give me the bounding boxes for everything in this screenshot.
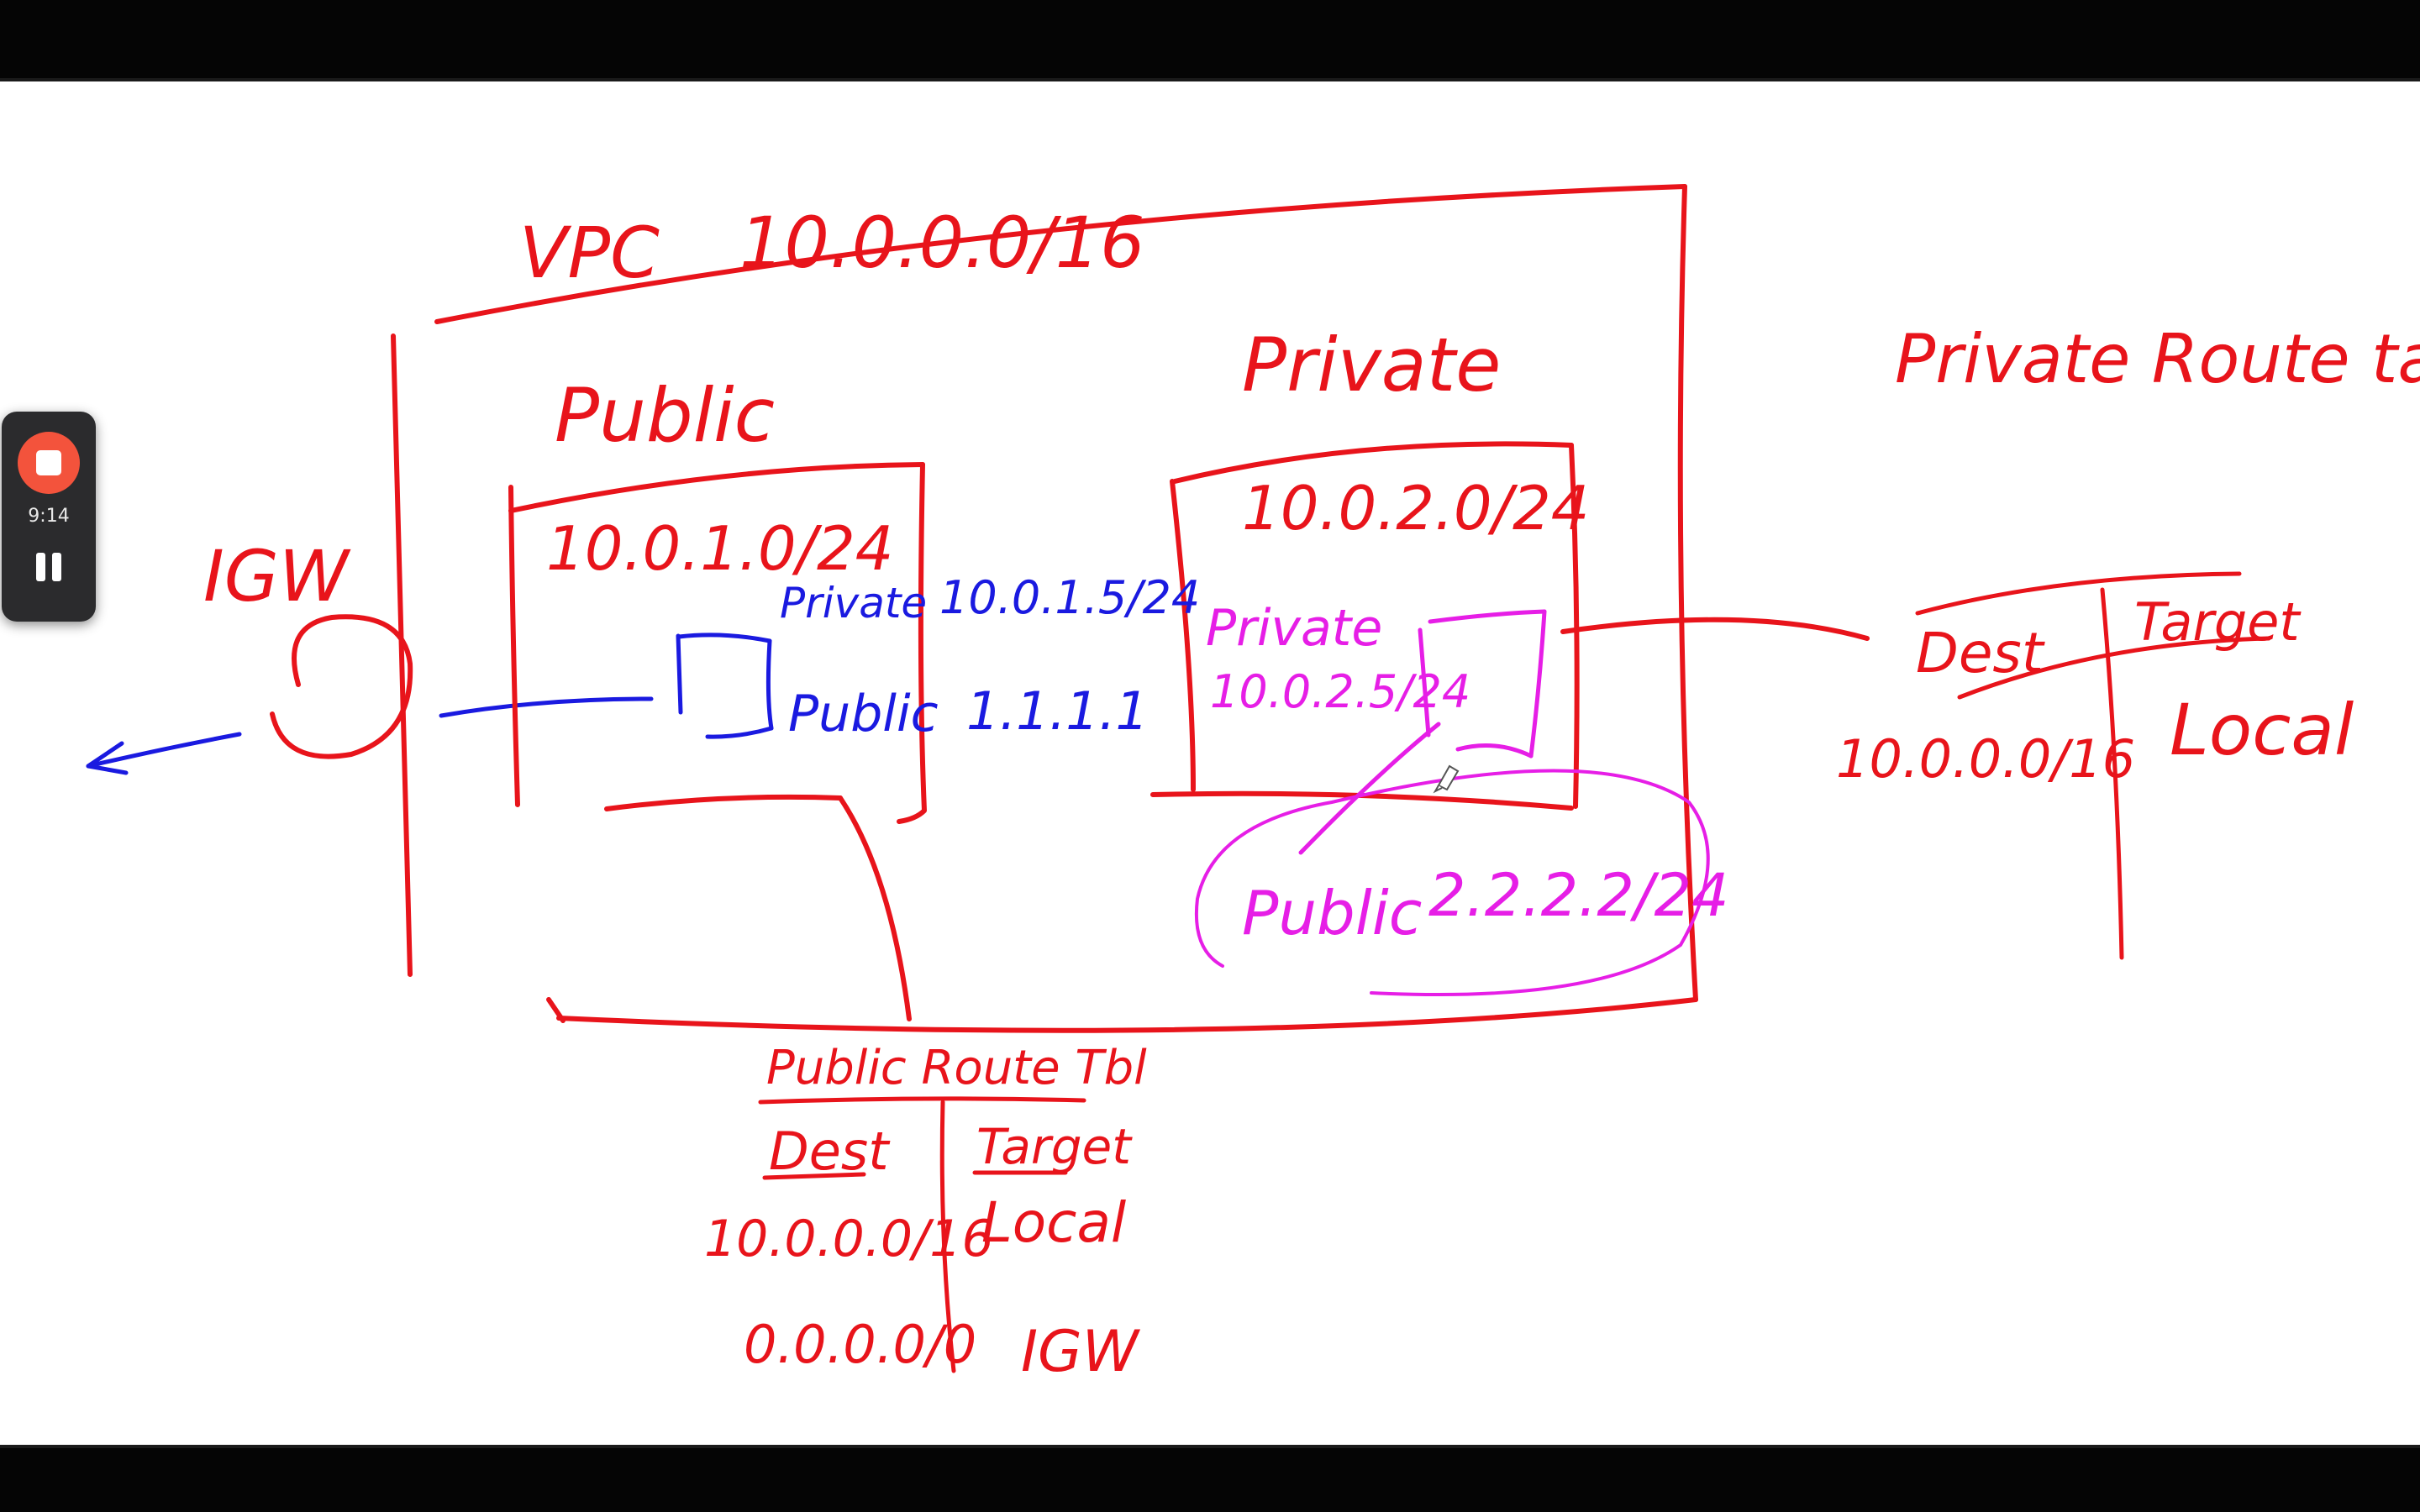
private-rt-row1-target: Local xyxy=(2170,689,2354,771)
private-instance-private-ip: 10.0.2.5/24 xyxy=(1210,665,1470,718)
recording-timer: 9:14 xyxy=(28,506,70,527)
vpc-cidr-label: 10.0.0.0/16 xyxy=(739,202,1145,284)
private-rt-dest-header: Dest xyxy=(1916,621,2045,685)
private-instance-public-ip: 2.2.2.2/24 xyxy=(1428,861,1729,930)
private-rt-target-header: Target xyxy=(2134,591,2302,653)
vpc-network-diagram: VPC 10.0.0.0/16 IGW Public 10.0.1.0/24 P… xyxy=(86,184,2420,1385)
internet-arrow xyxy=(86,732,242,775)
private-subnet-to-route-table-link xyxy=(1560,617,1870,641)
private-rt-row1-dest: 10.0.0.0/16 xyxy=(1836,728,2135,790)
private-instance-private-label: Private xyxy=(1206,599,1382,658)
public-instance-box xyxy=(676,633,774,739)
screen-recorder-widget: 9:14 xyxy=(2,412,96,622)
public-rt-target-header: Target xyxy=(976,1118,1133,1175)
private-subnet-cidr: 10.0.2.0/24 xyxy=(1242,473,1590,543)
igw-gateway-circle xyxy=(270,614,413,759)
public-rt-row2-target: IGW xyxy=(1021,1319,1141,1385)
private-subnet-title: Private xyxy=(1242,322,1501,408)
public-instance-private-label: Private xyxy=(780,579,927,627)
igw-label: IGW xyxy=(203,535,351,617)
public-route-table-bracket xyxy=(604,794,912,1021)
public-subnet-title: Public xyxy=(555,372,775,459)
public-instance-public-label: Public xyxy=(788,685,939,743)
private-route-table-title: Private Route table xyxy=(1895,320,2420,398)
pause-recording-button[interactable] xyxy=(28,546,70,588)
stop-icon xyxy=(36,450,61,475)
public-rt-row1-dest: 10.0.0.0/16 xyxy=(704,1210,994,1268)
public-subnet-cidr: 10.0.1.0/24 xyxy=(546,513,894,584)
igw-to-public-instance-link xyxy=(439,696,654,718)
public-instance-private-ip: 10.0.1.5/24 xyxy=(939,571,1200,624)
private-instance-public-label: Public xyxy=(1242,878,1422,948)
public-instance-public-ip: 1.1.1.1 xyxy=(966,680,1149,742)
pause-icon xyxy=(36,553,45,581)
stop-recording-button[interactable] xyxy=(18,432,80,494)
public-rt-row1-target: Local xyxy=(981,1190,1127,1255)
public-rt-row2-dest: 0.0.0.0/0 xyxy=(744,1314,976,1375)
public-rt-dest-header: Dest xyxy=(769,1121,891,1182)
public-route-table-title: Public Route Tbl xyxy=(766,1041,1147,1095)
vpc-label: VPC xyxy=(519,212,660,294)
